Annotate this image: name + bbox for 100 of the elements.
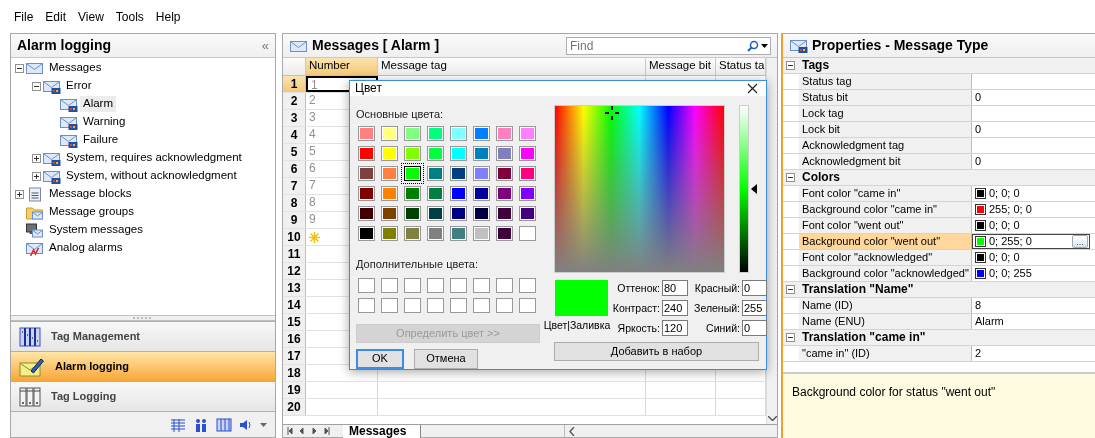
color-swatch[interactable] [358, 185, 375, 201]
property-name[interactable]: Font color "went out" [799, 218, 972, 233]
scrollbar[interactable] [766, 58, 777, 424]
color-swatch[interactable] [450, 278, 467, 293]
color-swatch[interactable] [404, 185, 421, 201]
row-header[interactable]: 6 [283, 161, 306, 177]
row-header[interactable]: 2 [283, 93, 306, 109]
tree-item[interactable]: System, without acknowledgment [63, 168, 240, 184]
property-name[interactable]: Font color "acknowledged" [799, 250, 972, 265]
input-field[interactable]: 80 [662, 280, 688, 297]
row-header[interactable]: 8 [283, 195, 306, 211]
property-value[interactable]: 8 [975, 298, 982, 313]
tree-item[interactable]: Message groups [46, 204, 138, 220]
color-swatch[interactable] [496, 278, 513, 293]
tree-item[interactable]: Messages [46, 60, 105, 76]
property-value[interactable]: 0; 0; 0 [989, 250, 1020, 265]
property-name[interactable]: Background color "went out" [799, 234, 972, 249]
close-icon[interactable] [747, 83, 758, 95]
luminance-bar[interactable] [739, 105, 749, 274]
color-swatch[interactable] [450, 145, 467, 161]
property-name[interactable]: Acknowledgment tag [799, 138, 972, 153]
row-header[interactable]: 7 [283, 178, 306, 194]
color-swatch[interactable] [404, 145, 421, 161]
row-header[interactable]: 4 [283, 127, 306, 143]
row-header[interactable]: 9 [283, 212, 306, 228]
color-swatch[interactable] [358, 145, 375, 161]
cancel-button[interactable]: Отмена [414, 349, 478, 369]
property-name[interactable]: Lock tag [799, 106, 972, 121]
property-value[interactable]: 0 [975, 154, 982, 169]
color-swatch[interactable] [381, 298, 398, 313]
color-swatch[interactable] [496, 165, 513, 181]
property-value[interactable]: 0; 0; 0 [989, 186, 1020, 201]
property-value[interactable]: 0; 255; 0 [989, 234, 1032, 249]
scroll-left-icon[interactable] [569, 426, 575, 436]
color-swatch[interactable] [381, 185, 398, 201]
tree-item[interactable]: Error [63, 78, 95, 94]
collapse-icon[interactable] [32, 81, 41, 91]
row-header[interactable]: 18 [283, 365, 306, 381]
color-swatch[interactable] [358, 225, 375, 241]
expand-icon[interactable] [32, 171, 41, 181]
color-swatch[interactable] [519, 278, 536, 293]
menu-item[interactable]: Tools [113, 9, 151, 24]
row-header[interactable]: 19 [283, 382, 306, 398]
color-swatch[interactable] [496, 145, 513, 161]
tree-item[interactable]: Analog alarms [46, 240, 126, 256]
color-swatch[interactable] [404, 205, 421, 221]
property-name[interactable]: Acknowledgment bit [799, 154, 972, 169]
search-icon[interactable] [747, 39, 759, 52]
input-field[interactable]: 120 [662, 320, 688, 337]
property-name[interactable]: Font color "came in" [799, 186, 972, 201]
color-swatch[interactable] [427, 185, 444, 201]
color-swatch[interactable] [473, 298, 490, 313]
color-swatch[interactable] [496, 298, 513, 313]
color-swatch[interactable] [358, 278, 375, 293]
color-swatch[interactable] [496, 125, 513, 141]
row-header[interactable]: 16 [283, 331, 306, 347]
menu-item[interactable]: View [76, 9, 111, 24]
property-name[interactable]: Lock bit [799, 122, 972, 137]
property-value[interactable]: 0 [975, 122, 982, 137]
column-header[interactable]: Number [306, 58, 378, 75]
tree-item[interactable]: System, requires acknowledgment [63, 150, 245, 166]
color-swatch[interactable] [519, 298, 536, 313]
collapse-button[interactable]: « [261, 37, 269, 54]
row-header[interactable]: 3 [283, 110, 306, 126]
color-swatch[interactable] [404, 125, 421, 141]
collapse-icon[interactable] [15, 63, 24, 73]
color-swatch[interactable] [519, 225, 536, 241]
color-swatch[interactable] [404, 298, 421, 313]
property-value[interactable]: 0; 0; 0 [989, 218, 1020, 233]
color-swatch[interactable] [381, 225, 398, 241]
input-field[interactable]: 0 [742, 320, 767, 337]
property-value[interactable]: 0 [975, 90, 982, 105]
property-name[interactable]: Name (ENU) [799, 314, 972, 329]
color-swatch[interactable] [450, 185, 467, 201]
row-header[interactable]: 13 [283, 280, 306, 296]
property-value[interactable]: 255; 0; 0 [989, 202, 1032, 217]
row-header[interactable]: 12 [283, 263, 306, 279]
color-swatch[interactable] [358, 165, 375, 181]
row-header[interactable]: 5 [283, 144, 306, 160]
tree-item[interactable]: Message blocks [46, 186, 135, 202]
caret-icon[interactable] [761, 43, 768, 48]
tree-item[interactable]: Warning [80, 114, 129, 130]
menu-item[interactable]: Help [153, 9, 188, 24]
row-header[interactable]: 11 [283, 246, 306, 262]
speaker-icon[interactable] [239, 417, 253, 432]
menu-item[interactable]: Edit [43, 9, 74, 24]
search-field[interactable]: Find [566, 36, 771, 55]
color-swatch[interactable] [496, 205, 513, 221]
row-header[interactable]: 15 [283, 314, 306, 330]
columns-icon[interactable] [216, 417, 232, 432]
color-swatch[interactable] [381, 165, 398, 181]
tree-item[interactable]: Failure [80, 132, 122, 148]
collapse-icon[interactable] [786, 61, 795, 70]
editor-button[interactable]: Tag Management [11, 321, 275, 351]
color-swatch[interactable] [519, 165, 536, 181]
color-swatch[interactable] [473, 278, 490, 293]
row-header[interactable]: 1 [283, 76, 306, 92]
color-spectrum[interactable] [554, 105, 725, 274]
color-swatch[interactable] [473, 205, 490, 221]
row-header[interactable]: 10 [283, 229, 306, 245]
